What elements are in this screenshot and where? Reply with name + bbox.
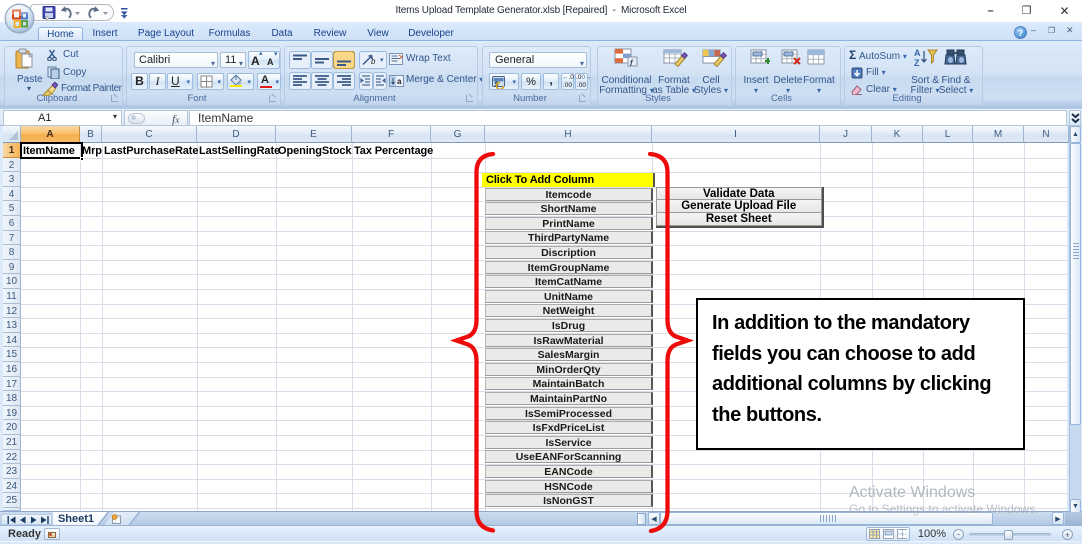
svg-text:▾: ▾	[380, 57, 384, 64]
svg-text:b: b	[371, 57, 376, 66]
svg-text:ƒ: ƒ	[630, 58, 634, 67]
svg-text:A: A	[914, 48, 921, 58]
svg-text:a: a	[397, 77, 402, 86]
svg-text:Z: Z	[914, 58, 920, 67]
